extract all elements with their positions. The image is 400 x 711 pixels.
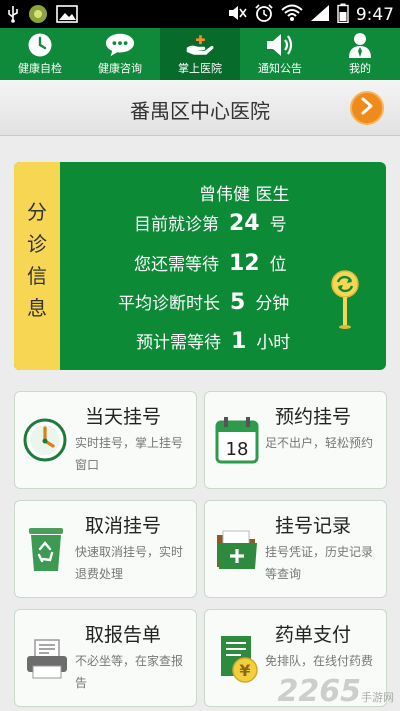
image-notification-icon: [56, 5, 78, 27]
chat-bubble-icon: [105, 31, 135, 59]
tile-description: 不必坐等，在家查报告: [75, 654, 184, 690]
side-char: 分诊信息: [14, 196, 60, 324]
queue-side-strip: 分诊信息: [14, 162, 60, 370]
tile-title: 取报告单: [85, 624, 162, 646]
avg-label: 平均诊断时长: [118, 294, 220, 314]
same-day-registration-tile[interactable]: 当天挂号 实时挂号，掌上挂号窗口: [14, 391, 197, 489]
tile-description: 实时挂号，掌上挂号窗口: [75, 436, 184, 472]
clock-icon: [25, 31, 55, 59]
status-bar: 9:47: [0, 0, 400, 28]
wifi-icon: [281, 4, 303, 26]
current-number: 24: [229, 211, 260, 236]
tab-label: 通知公告: [258, 62, 302, 75]
tab-health-check[interactable]: 健康自检: [0, 28, 80, 80]
alarm-icon: [254, 3, 274, 27]
tab-label: 我的: [349, 62, 371, 75]
battery-icon: [337, 3, 349, 27]
tab-label: 健康自检: [18, 62, 62, 75]
current-label: 目前就诊第: [134, 215, 219, 235]
tab-label: 掌上医院: [178, 62, 222, 75]
registration-records-tile[interactable]: 挂号记录 挂号凭证，历史记录等查询: [204, 500, 387, 598]
estimated-wait-row: 预计需等待 1 小时: [136, 328, 290, 354]
tab-mine[interactable]: 我的: [320, 28, 400, 80]
tab-label: 健康咨询: [98, 62, 142, 75]
app-notification-icon: [28, 4, 48, 28]
est-unit: 小时: [256, 333, 291, 353]
est-label: 预计需等待: [136, 333, 221, 353]
tile-title: 挂号记录: [275, 515, 352, 537]
main-tab-bar: 健康自检 健康咨询 掌上医院 通知公告 我的: [0, 28, 400, 80]
tile-description: 快速取消挂号，实时退费处理: [75, 545, 184, 581]
wait-count-row: 您还需等待 12 位: [134, 250, 287, 276]
doctor-name-row: 曾伟健 医生: [199, 180, 289, 205]
mute-icon: [227, 4, 247, 26]
hospital-header: 番禺区中心医院: [0, 80, 400, 136]
queue-side-label: 分诊信息: [14, 196, 60, 324]
folder-plus-icon: [213, 523, 261, 575]
side-label-char: 信: [27, 264, 47, 288]
clock-time: 9:47: [355, 5, 394, 25]
chevron-right-icon: [360, 97, 374, 119]
tile-title: 取消挂号: [85, 515, 162, 537]
hand-medical-icon: [185, 31, 215, 59]
current-unit: 号: [269, 215, 287, 235]
tile-title: 预约挂号: [275, 406, 352, 428]
person-icon: [345, 31, 375, 59]
watermark-sub: 手游网: [361, 691, 394, 704]
next-button[interactable]: [350, 91, 384, 125]
speaker-icon: [265, 31, 295, 59]
tile-description: 免排队，在线付药费: [265, 654, 374, 668]
page-title: 番禺区中心医院: [130, 99, 270, 123]
watermark-brand: 2265: [277, 674, 362, 709]
average-time-row: 平均诊断时长 5 分钟: [118, 289, 289, 315]
tile-title: 当天挂号: [85, 406, 162, 428]
refresh-queue-button[interactable]: [330, 270, 360, 330]
side-label-char: 分: [27, 200, 47, 224]
tab-health-consult[interactable]: 健康咨询: [80, 28, 160, 80]
signal-icon: [310, 4, 330, 26]
wait-number: 12: [229, 251, 260, 276]
side-label-char: 息: [27, 296, 47, 320]
svg-text:¥: ¥: [239, 661, 250, 680]
doctor-name: 曾伟健 医生: [199, 185, 290, 205]
printer-icon: [23, 632, 71, 684]
bill-payment-icon: ¥: [213, 632, 261, 684]
current-number-row: 目前就诊第 24 号: [134, 210, 287, 236]
side-label-char: 诊: [27, 232, 47, 256]
site-watermark: 2265手游网: [278, 674, 395, 709]
avg-number: 5: [230, 290, 246, 315]
usb-icon: [6, 5, 20, 27]
queue-info-card: 分诊信息 曾伟健 医生 目前就诊第 24 号 您还需等待 12 位 平均诊断时长 5 分钟 …: [14, 162, 386, 370]
clock-icon: [23, 414, 71, 466]
avg-unit: 分钟: [255, 294, 290, 314]
tile-description: 足不出户，轻松预约: [265, 436, 374, 450]
wait-unit: 位: [269, 255, 287, 275]
tab-notices[interactable]: 通知公告: [240, 28, 320, 80]
refresh-icon: [330, 270, 360, 334]
tab-mobile-hospital[interactable]: 掌上医院: [160, 28, 240, 80]
appointment-registration-tile[interactable]: 18 预约挂号 足不出户，轻松预约: [204, 391, 387, 489]
tile-description: 挂号凭证，历史记录等查询: [265, 545, 374, 581]
calendar-date: 18: [226, 439, 249, 460]
tile-title: 药单支付: [275, 624, 352, 646]
recycle-bin-icon: [23, 523, 71, 575]
calendar-icon: 18: [213, 414, 261, 466]
wait-label: 您还需等待: [134, 255, 219, 275]
cancel-registration-tile[interactable]: 取消挂号 快速取消挂号，实时退费处理: [14, 500, 197, 598]
est-number: 1: [231, 329, 247, 354]
get-report-tile[interactable]: 取报告单 不必坐等，在家查报告: [14, 609, 197, 707]
